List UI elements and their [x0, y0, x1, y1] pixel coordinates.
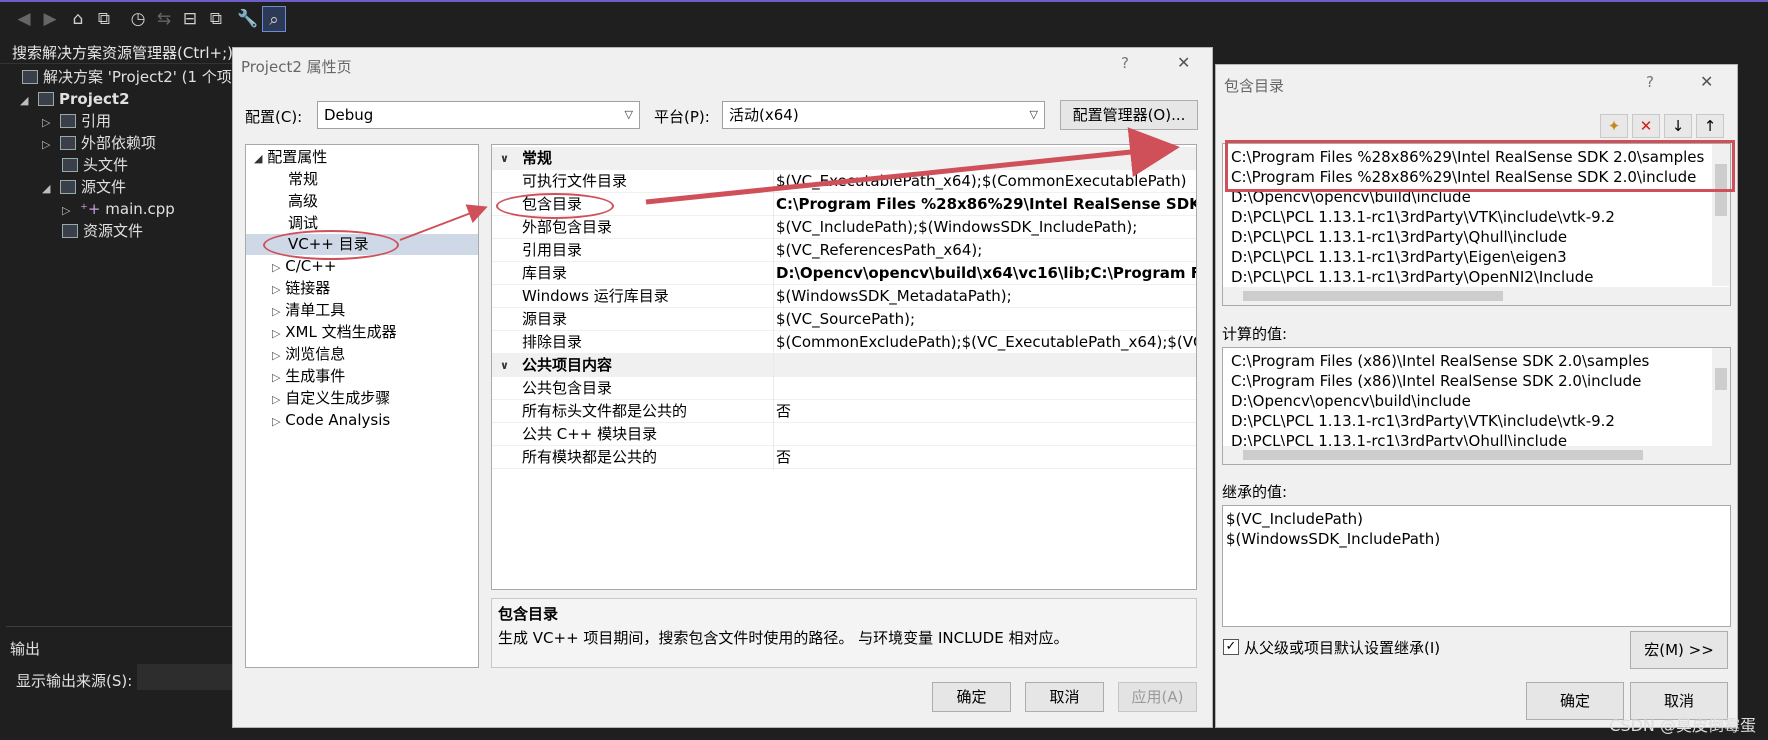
arrow-to-include-dirs	[399, 204, 488, 241]
watermark: CSDN @臭皮倒霉蛋	[1609, 716, 1756, 735]
annotation-arrows	[399, 127, 1180, 241]
arrow-to-include-dialog	[645, 127, 1180, 205]
